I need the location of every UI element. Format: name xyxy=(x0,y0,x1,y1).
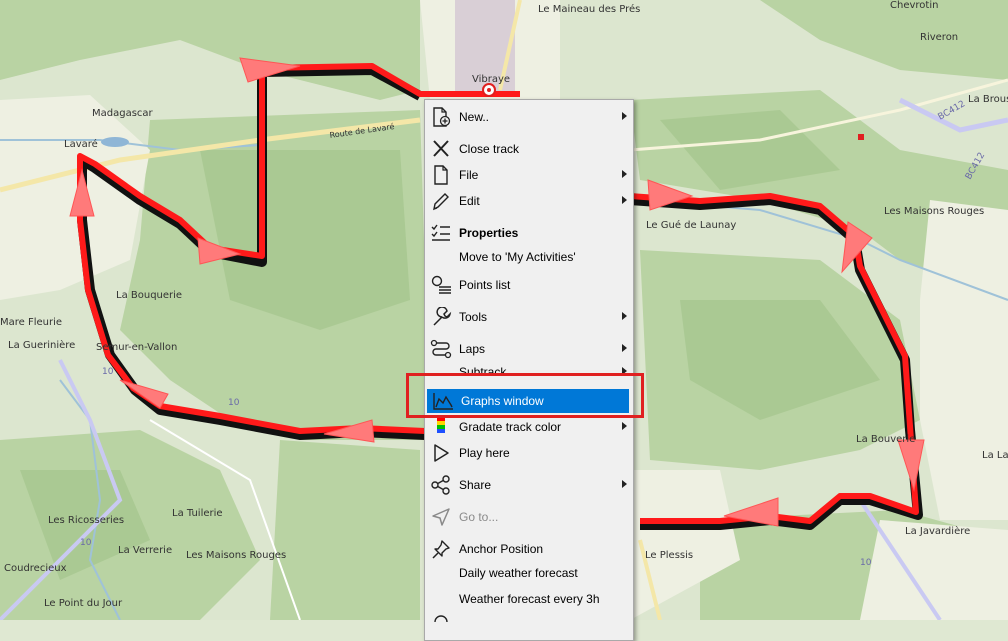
menu-item-laps[interactable]: Laps xyxy=(425,337,633,361)
menu-item-edit[interactable]: Edit xyxy=(425,189,633,213)
place-label: Le Plessis xyxy=(645,550,693,561)
submenu-arrow-icon xyxy=(622,344,627,352)
menu-item-label: Anchor Position xyxy=(459,542,544,556)
menu-item-label: Gradate track color xyxy=(459,420,562,434)
menu-item-label: Move to 'My Activities' xyxy=(459,250,576,264)
track-context-menu[interactable]: New.. Close track File Edit Properties M… xyxy=(424,99,634,641)
color-gradient-icon xyxy=(437,417,445,433)
navigate-arrow-icon xyxy=(432,508,450,526)
map-poi-marker[interactable] xyxy=(858,134,864,140)
place-label: Les Maisons Rouges xyxy=(186,550,286,561)
menu-item-go-to: Go to... xyxy=(425,505,633,529)
menu-item-label: Edit xyxy=(459,194,480,208)
submenu-arrow-icon xyxy=(622,480,627,488)
menu-item-close-track[interactable]: Close track xyxy=(425,137,633,161)
submenu-arrow-icon xyxy=(622,312,627,320)
place-label: Les Ricosseries xyxy=(48,515,124,526)
place-label: Madagascar xyxy=(92,108,154,119)
place-label: Chevrotin xyxy=(890,0,938,11)
place-label: Semur-en-Vallon xyxy=(96,342,177,353)
menu-item-anchor-position[interactable]: Anchor Position xyxy=(425,537,633,561)
svg-text:10: 10 xyxy=(860,558,872,568)
pond xyxy=(101,137,129,147)
close-icon xyxy=(433,140,449,157)
svg-text:10: 10 xyxy=(228,398,240,408)
menu-item-label: Share xyxy=(459,478,492,492)
submenu-arrow-icon xyxy=(622,170,627,178)
menu-item-label: Play here xyxy=(459,446,510,460)
share-icon xyxy=(431,475,450,495)
menu-item-play-here[interactable]: Play here xyxy=(425,441,633,465)
place-label: La Tuilerie xyxy=(172,508,223,519)
place-label: La Bouquerie xyxy=(116,290,182,301)
menu-item-daily-weather-forecast[interactable]: Daily weather forecast xyxy=(425,561,633,585)
place-label: Le Gué de Launay xyxy=(646,219,736,231)
place-label: La Lan xyxy=(982,450,1008,461)
place-label: La Bouverie xyxy=(856,434,915,445)
play-icon xyxy=(434,444,449,462)
menu-item-points-list[interactable]: Points list xyxy=(425,273,633,297)
menu-item-label: Properties xyxy=(459,226,519,240)
menu-item-new[interactable]: New.. xyxy=(425,105,633,129)
menu-item-weather-forecast-3h[interactable]: Weather forecast every 3h xyxy=(425,587,633,611)
place-label: Vibraye xyxy=(472,74,510,85)
wrench-icon xyxy=(433,307,452,326)
new-document-icon xyxy=(433,107,451,127)
place-label: Riveron xyxy=(920,32,958,43)
file-icon xyxy=(434,165,448,185)
place-label: La Brousse xyxy=(968,94,1008,105)
menu-item-label: Close track xyxy=(459,142,520,156)
place-label: Le Maineau des Prés xyxy=(538,3,640,15)
menu-item-label: Daily weather forecast xyxy=(459,566,578,580)
place-label: La Verrerie xyxy=(118,545,172,556)
place-label: Mare Fleurie xyxy=(0,317,62,328)
place-label: La Guerinière xyxy=(8,339,75,351)
menu-item-file[interactable]: File xyxy=(425,163,633,187)
menu-item-tools[interactable]: Tools xyxy=(425,305,633,329)
menu-item-label: Weather forecast every 3h xyxy=(459,592,600,606)
points-list-icon xyxy=(431,275,451,294)
menu-item-label: Go to... xyxy=(459,510,499,524)
menu-item-label: Points list xyxy=(459,278,511,292)
place-label: Les Maisons Rouges xyxy=(884,206,984,217)
menu-item-share[interactable]: Share xyxy=(425,473,633,497)
menu-item-label: New.. xyxy=(459,110,490,124)
laps-icon xyxy=(430,339,452,359)
menu-item-gradate-track-color[interactable]: Gradate track color xyxy=(425,415,633,439)
submenu-arrow-icon xyxy=(622,422,627,430)
pin-icon xyxy=(432,540,450,559)
annotation-highlight-box xyxy=(406,373,644,418)
partial-next-item-icon xyxy=(434,615,448,622)
submenu-arrow-icon xyxy=(622,196,627,204)
menu-item-label: Laps xyxy=(459,342,486,356)
place-label: Le Point du Jour xyxy=(44,598,123,609)
menu-item-properties[interactable]: Properties xyxy=(425,221,633,245)
menu-item-move-to-my-activities[interactable]: Move to 'My Activities' xyxy=(425,245,633,269)
properties-list-icon xyxy=(431,224,450,241)
place-label: Lavaré xyxy=(64,138,98,150)
place-label: Coudrecieux xyxy=(4,563,67,574)
svg-text:10: 10 xyxy=(80,538,92,548)
submenu-arrow-icon xyxy=(622,112,627,120)
place-label: La Javardière xyxy=(905,525,970,537)
menu-item-label: File xyxy=(459,168,479,182)
pencil-icon xyxy=(433,193,449,211)
svg-text:10: 10 xyxy=(102,367,114,377)
menu-item-label: Tools xyxy=(459,310,488,324)
